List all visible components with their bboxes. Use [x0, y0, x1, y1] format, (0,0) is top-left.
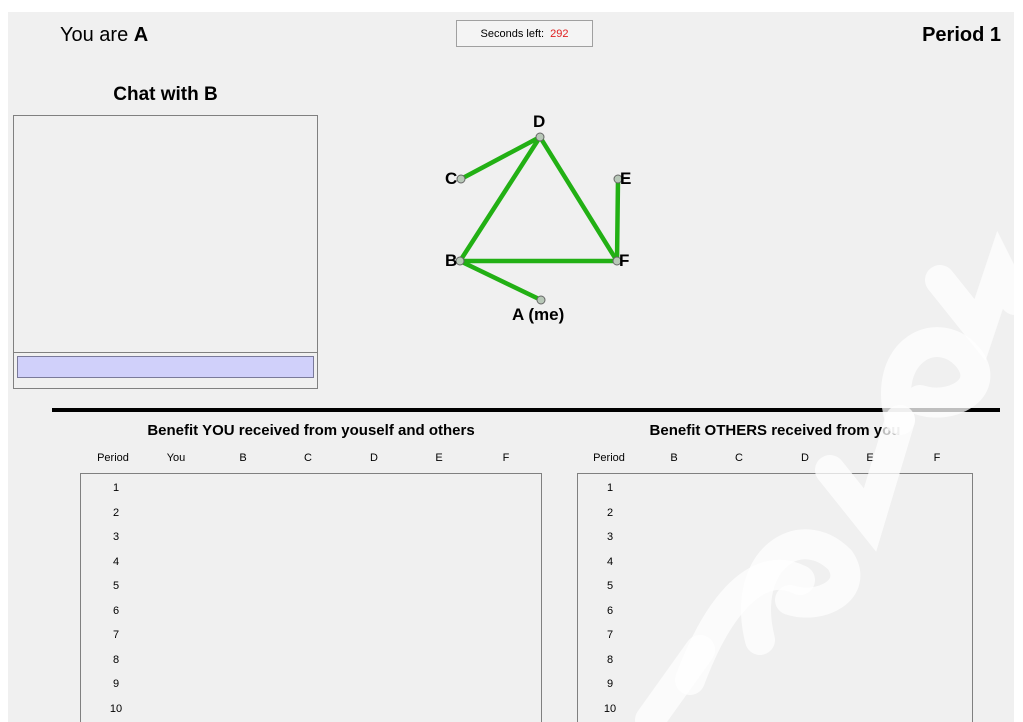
table-row: 4 — [606, 556, 614, 568]
table-row: 2 — [606, 507, 614, 519]
table-row: 3 — [606, 531, 614, 543]
table-row: 2 — [112, 507, 120, 519]
table-row: 8 — [112, 654, 120, 666]
countdown-timer: Seconds left: 292 — [456, 20, 593, 47]
t2-col-e: E — [866, 452, 874, 464]
t2-col-d: D — [801, 452, 809, 464]
chat-input[interactable] — [17, 356, 314, 378]
node-label-e: E — [620, 169, 631, 188]
edge-b-a — [457, 258, 544, 303]
timer-value: 292 — [550, 27, 569, 40]
benefit-you-table: 1 2 3 4 5 6 7 8 9 10 — [80, 473, 542, 722]
edge-b-d — [457, 134, 543, 264]
timer-label: Seconds left: — [480, 27, 545, 40]
t1-col-d: D — [370, 452, 378, 464]
network-nodes — [455, 132, 623, 305]
table-row: 6 — [606, 605, 614, 617]
t1-col-period: Period — [97, 452, 129, 464]
node-label-d: D — [533, 112, 545, 131]
table-row: 4 — [112, 556, 120, 568]
period-title: Period 1 — [922, 24, 1001, 46]
chat-log[interactable] — [14, 116, 317, 353]
table-row: 10 — [109, 703, 123, 715]
section-divider — [52, 408, 1000, 412]
table-row: 1 — [112, 482, 120, 494]
role-prefix: You are — [60, 24, 129, 46]
benefit-others-table: 1 2 3 4 5 6 7 8 9 10 — [577, 473, 973, 722]
t1-col-c: C — [304, 452, 312, 464]
node-c[interactable] — [456, 174, 466, 184]
edge-e-f — [614, 176, 621, 264]
table-row: 9 — [112, 678, 120, 690]
t2-col-c: C — [735, 452, 743, 464]
t1-col-f: F — [502, 452, 510, 464]
table-row: 8 — [606, 654, 614, 666]
node-label-c: C — [445, 169, 457, 188]
role-indicator: You are A — [60, 24, 148, 47]
t2-col-f: F — [933, 452, 941, 464]
table-row: 5 — [112, 580, 120, 592]
t1-col-you: You — [166, 452, 186, 464]
chat-panel — [13, 115, 318, 389]
table-row: 1 — [606, 482, 614, 494]
table-row: 10 — [603, 703, 617, 715]
network-edges — [457, 134, 621, 303]
edge-d-f — [537, 134, 620, 264]
table-row: 6 — [112, 605, 120, 617]
table-row: 7 — [606, 629, 614, 641]
benefit-you-title: Benefit YOU received from youself and ot… — [147, 422, 475, 439]
network-graph: D C E B F A (me) — [445, 112, 631, 324]
table-row: 7 — [112, 629, 120, 641]
benefit-others-title: Benefit OTHERS received from you — [649, 422, 901, 439]
table-row: 5 — [606, 580, 614, 592]
t1-col-b: B — [239, 452, 247, 464]
node-label-a: A (me) — [512, 305, 564, 324]
table-row: 3 — [112, 531, 120, 543]
node-a[interactable] — [536, 295, 546, 305]
node-label-b: B — [445, 251, 457, 270]
experiment-window: You are A Seconds left: 292 Period 1 Cha… — [8, 12, 1014, 722]
node-d[interactable] — [535, 132, 545, 142]
t1-col-e: E — [435, 452, 443, 464]
table-row: 9 — [606, 678, 614, 690]
t2-col-b: B — [670, 452, 678, 464]
t2-col-period: Period — [593, 452, 625, 464]
chat-title: Chat with B — [113, 84, 218, 105]
role-letter: A — [133, 24, 149, 46]
node-label-f: F — [619, 251, 629, 270]
